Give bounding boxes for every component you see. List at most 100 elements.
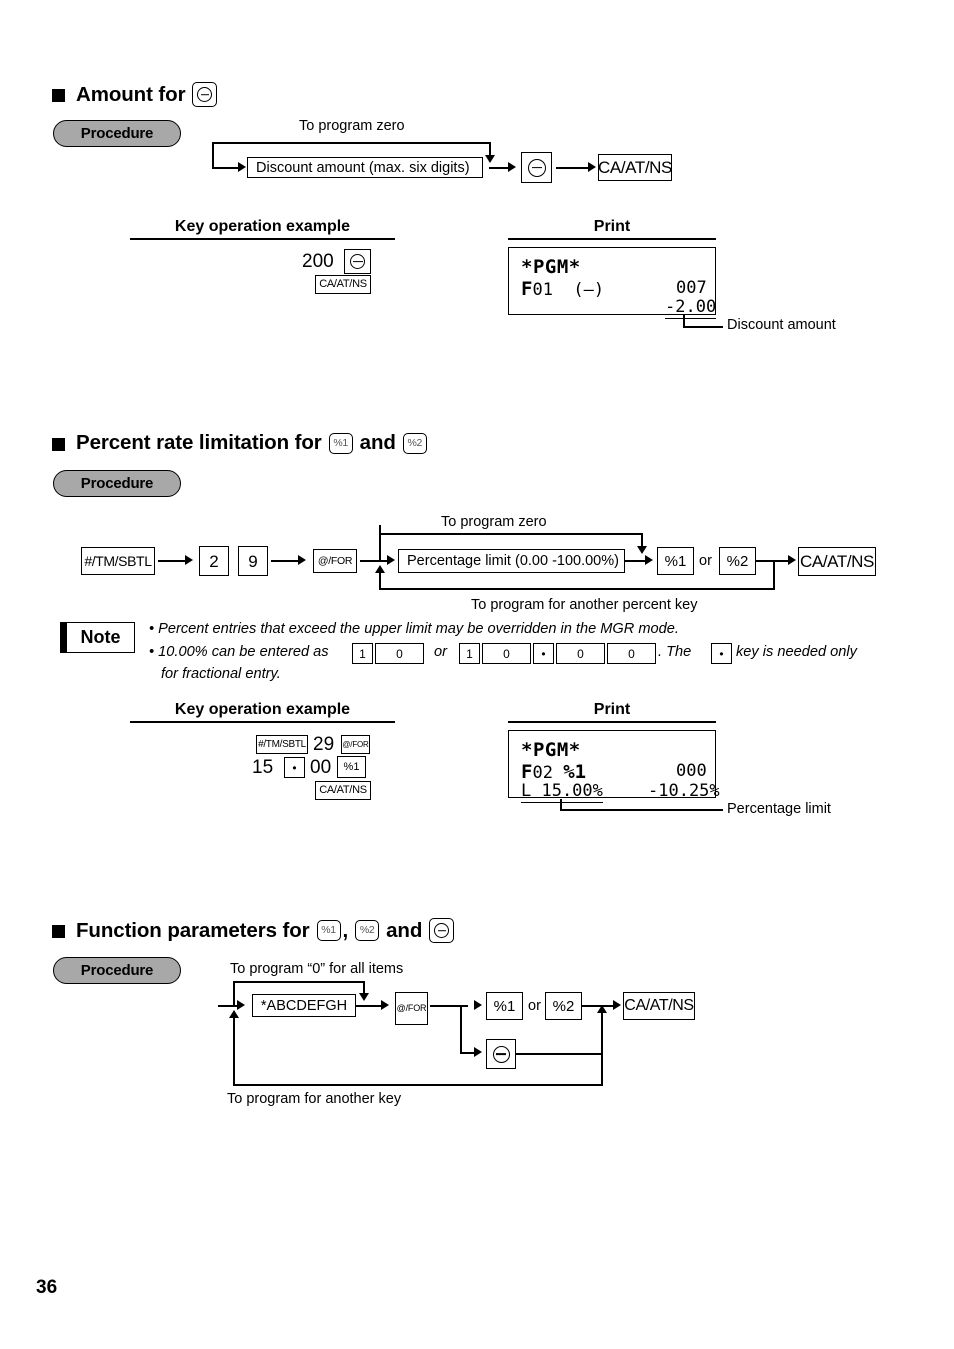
pct1-key-icon: %1 [328,432,353,454]
print1-f-bold: F [521,278,533,300]
flow1-loop-h [212,142,491,144]
key-op2-ca-key[interactable]: CA/AT/NS [315,781,371,800]
note-key-1a[interactable]: 1 [352,643,373,664]
flow1-top-label: To program zero [299,118,405,134]
flow1-ca-at-ns-key[interactable]: CA/AT/NS [598,154,672,181]
section3-and: and [386,918,423,942]
flow3-pct2-label: %2 [552,997,575,1015]
flow1-minus-key[interactable] [521,152,552,183]
flow3-for-key[interactable]: @/FOR [395,992,428,1025]
note-key-dot-2[interactable]: • [711,643,732,664]
key-op2-value-29: 29 [313,734,335,755]
flow2-for-key[interactable]: @/FOR [313,549,357,573]
flow3-l5 [515,1053,603,1055]
col-header-key-operation-2: Key operation example [174,701,351,718]
print1-row1: F01 (—) [521,278,604,300]
flow3-minus-key[interactable] [486,1039,516,1069]
minus-glyph-icon [350,254,365,269]
note-key-0d[interactable]: 0 [607,643,656,664]
key-op2-pct1-label: %1 [343,760,360,773]
key-op-minus-key-1[interactable] [344,249,371,274]
flow2-percentage-limit-box: Percentage limit (0.00 -100.00%) [398,549,625,573]
section-title-text: Amount for [76,82,186,106]
flow3-botloop-v-right [601,1053,603,1085]
pct2-key-icon: %2 [402,432,427,454]
flow2-pct1-label: %1 [664,552,687,570]
callout2-text: Percentage limit [727,801,831,817]
manual-page: Amount for Procedure To program zero Dis… [0,0,954,1349]
flow1-line-to-ca [556,167,591,169]
print2-f-bold: F [521,761,533,783]
procedure-badge-2: Procedure [53,470,181,497]
key-op2-for-key[interactable]: @/FOR [341,735,370,754]
print1-minus-sym: (—) [573,280,605,300]
key-op2-sbtl-key[interactable]: #/TM/SBTL [256,735,308,754]
flow2-digit-2-key[interactable]: 2 [199,546,229,576]
print2-row1-right: 000 [676,761,707,781]
section2-title-text: Percent rate limitation for [76,431,322,454]
key-op-ca-key-1[interactable]: CA/AT/NS [315,275,371,294]
flow2-pct2-key[interactable]: %2 [719,547,756,575]
note-bullet-2b: . The [658,644,692,660]
col-rule-right-1 [508,238,716,240]
procedure-badge-3: Procedure [53,957,181,984]
note-key-0a[interactable]: 0 [375,643,424,664]
flow2-box-label: Percentage limit (0.00 -100.00%) [407,553,619,569]
col-rule-left-1 [130,238,395,240]
col-rule-left-2 [130,721,395,723]
bullet-square-icon [52,925,65,938]
flow2-botloop-v-left [379,572,381,589]
key-op-value-200: 200 [302,251,334,272]
flow3-l1 [355,1005,384,1007]
flow3-a6 [613,1000,621,1010]
flow2-sbtl-label: #/TM/SBTL [84,553,152,569]
note-key-1b[interactable]: 1 [459,643,480,664]
note-key-0b[interactable]: 0 [482,643,531,664]
key-op2-pct1-key[interactable]: %1 [337,756,366,778]
flow3-top-label: To program “0” for all items [230,961,404,977]
note-key-dot[interactable]: • [533,643,554,664]
minus-glyph-icon [492,1045,510,1063]
minus-key-icon [429,918,455,943]
flow1-loop-v-left [212,142,214,168]
pct1-key-icon: %1 [316,920,341,941]
flow1-box-label: Discount amount (max. six digits) [256,159,470,176]
flow2-pct1-key[interactable]: %1 [657,547,694,575]
minus-glyph-icon [527,158,546,177]
note-bullet-1: • Percent entries that exceed the upper … [149,621,679,637]
flow2-botloop-arrow-up [375,565,385,573]
flow3-ca-key[interactable]: CA/AT/NS [623,992,695,1020]
print1-f-num: 01 [532,280,553,300]
col-header-print-2: Print [593,701,631,718]
flow3-toploop-arrow [359,993,369,1001]
note-bullet-2c: key is needed only [736,644,857,660]
flow3-pct2-key[interactable]: %2 [545,992,582,1020]
minus-key-icon [192,82,218,107]
flow2-ca-key[interactable]: CA/AT/NS [798,547,876,576]
flow1-loop-arrow-down [485,155,495,163]
key-op2-value-15: 15 [252,757,274,778]
key-op2-sbtl-label: #/TM/SBTL [258,738,306,750]
flow3-abcdefgh-box: *ABCDEFGH [252,994,356,1017]
flow2-digit-9-key[interactable]: 9 [238,546,268,576]
flow3-or-label: or [528,998,541,1014]
flow2-botloop-h [379,588,775,590]
flow2-sbtl-key[interactable]: #/TM/SBTL [81,547,155,575]
note-bullet-2a: • 10.00% can be entered as [149,644,329,660]
flow1-ca-key-label: CA/AT/NS [598,158,672,177]
flow2-toploop-arrow [637,546,647,554]
flow3-pct1-key[interactable]: %1 [486,992,523,1020]
flow3-a2 [474,1000,482,1010]
section3-comma: , [342,918,349,942]
flow2-junction-v [379,525,381,561]
flow3-merge-arrow-up [597,1005,607,1013]
note-bullet-3: for fractional entry. [161,666,281,682]
flow3-pct1-label: %1 [493,997,516,1015]
key-op2-dot-key[interactable]: • [284,757,305,778]
page-number: 36 [36,1277,58,1298]
flow3-botloop-h [233,1084,603,1086]
section-heading-percent-rate: Percent rate limitation for %1 and %2 [52,431,427,455]
print2-row2-right: -10.25% [648,781,720,801]
note-key-0c[interactable]: 0 [556,643,605,664]
flow2-digit2-label: 9 [248,551,258,571]
